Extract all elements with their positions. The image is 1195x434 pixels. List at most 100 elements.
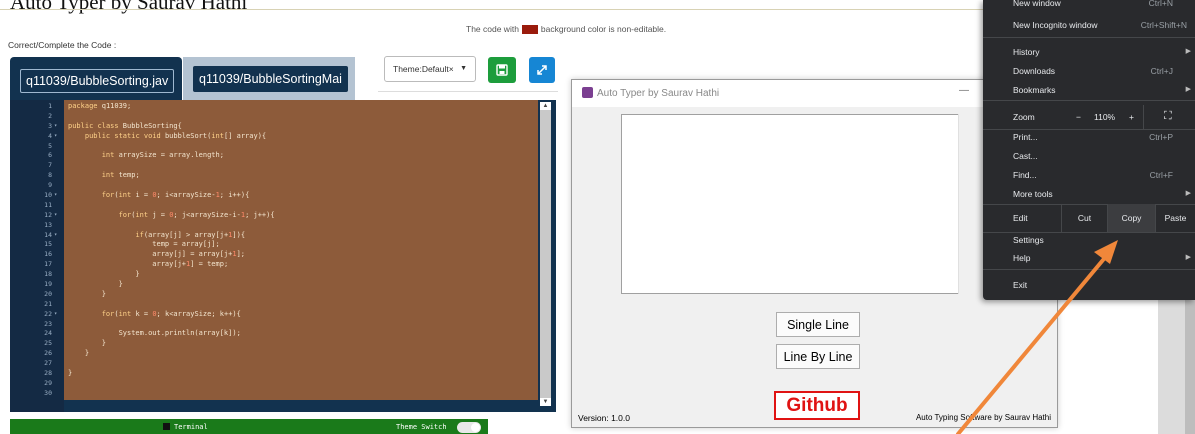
fullscreen-icon[interactable]: ⛶ — [1164, 110, 1172, 123]
toolbar-divider — [378, 91, 558, 92]
edit-cut-button[interactable]: Cut — [1061, 204, 1107, 232]
line-number: 1 — [48, 102, 52, 110]
line-by-line-button[interactable]: Line By Line — [776, 344, 860, 369]
code-text: array[j+1] = temp; — [68, 260, 229, 269]
menu-item-new-incognito[interactable]: New Incognito window Ctrl+Shift+N — [983, 15, 1195, 35]
line-number: 11 — [44, 200, 52, 209]
code-text: for(int k = 0; k<arraySize; k++){ — [101, 309, 241, 318]
code-line: 27 — [10, 359, 538, 369]
caption-rule — [0, 9, 990, 10]
code-lines: 1 package q11039; 2 3 ▾ public class BubbleSo… — [10, 102, 538, 399]
menu-item-help[interactable]: Help ▶ — [983, 248, 1195, 268]
edit-paste-button[interactable]: Paste — [1155, 204, 1195, 232]
menu-item-downloads[interactable]: Downloads Ctrl+J — [983, 61, 1195, 81]
menu-item-find[interactable]: Find... Ctrl+F — [983, 165, 1195, 185]
scroll-down-icon[interactable]: ▼ — [540, 398, 551, 406]
tab-label: q11039/BubbleSorting.jav — [20, 69, 175, 93]
code-line: 4 ▾ public static void bubbleSort(int[] a… — [10, 132, 538, 142]
theme-switch-label: Theme Switch — [396, 423, 447, 431]
fold-icon[interactable]: ▾ — [54, 211, 57, 221]
line-number: 4 — [48, 131, 52, 140]
github-button[interactable]: Github — [774, 391, 860, 420]
menu-item-new-window[interactable]: New window Ctrl+N — [983, 0, 1195, 13]
line-number: 24 — [44, 329, 52, 338]
zoom-out-button[interactable]: − — [1076, 112, 1081, 122]
menu-separator — [983, 37, 1195, 38]
save-button[interactable] — [488, 57, 516, 83]
code-text: array[j] = array[j+1]; — [68, 250, 246, 259]
edit-copy-button[interactable]: Copy — [1107, 204, 1155, 232]
menu-item-print[interactable]: Print... Ctrl+P — [983, 127, 1195, 147]
fullscreen-button[interactable] — [529, 57, 555, 83]
menu-item-history[interactable]: History ▶ — [983, 42, 1195, 62]
text-area-scrollbar[interactable] — [958, 114, 975, 294]
chevron-right-icon: ▶ — [1185, 254, 1191, 261]
code-line: 19 } — [10, 280, 538, 290]
menu-item-bookmarks[interactable]: Bookmarks ▶ — [983, 80, 1195, 100]
chrome-menu: New window Ctrl+N New Incognito window C… — [983, 0, 1195, 300]
line-number: 19 — [44, 280, 52, 289]
code-line: 22 ▾ for(int k = 0; k<arraySize; k++){ — [10, 310, 538, 320]
theme-switch-toggle[interactable] — [457, 422, 481, 433]
code-line: 23 — [10, 320, 538, 330]
code-line: 10 ▾ for(int i = 0; i<arraySize-1; i++){ — [10, 191, 538, 201]
code-text: public static void bubbleSort(int[] arra… — [84, 131, 267, 140]
code-text: package q11039; — [68, 102, 132, 110]
code-line: 20 } — [10, 290, 538, 300]
code-line: 17 array[j+1] = temp; — [10, 260, 538, 270]
fold-icon[interactable]: ▾ — [54, 231, 57, 241]
code-line: 6 int arraySize = array.length; — [10, 151, 538, 161]
menu-item-more-tools[interactable]: More tools ▶ — [983, 184, 1195, 204]
window-title: Auto Typer by Saurav Hathi — [597, 88, 720, 99]
line-number: 15 — [44, 240, 52, 249]
version-label: Version: 1.0.0 — [578, 413, 630, 423]
code-line: 11 — [10, 201, 538, 211]
code-line: 15 temp = array[j]; — [10, 240, 538, 250]
code-line: 30 — [10, 389, 538, 399]
line-number: 3 — [48, 121, 52, 130]
zoom-in-button[interactable]: + — [1129, 112, 1134, 122]
fold-icon[interactable]: ▾ — [54, 122, 57, 132]
code-line: 26 } — [10, 349, 538, 359]
code-line: 3 ▾ public class BubbleSorting{ — [10, 122, 538, 132]
chevron-right-icon: ▶ — [1185, 190, 1191, 197]
single-line-button[interactable]: Single Line — [776, 312, 860, 337]
code-text: } — [68, 270, 140, 279]
line-number: 7 — [48, 161, 52, 170]
code-line: 1 package q11039; — [10, 102, 538, 112]
expand-icon — [537, 65, 547, 75]
line-number: 5 — [48, 141, 52, 150]
fold-icon[interactable]: ▾ — [54, 310, 57, 320]
fold-icon[interactable]: ▾ — [54, 132, 57, 142]
code-line: 28} — [10, 369, 538, 379]
code-line: 7 — [10, 161, 538, 171]
line-number: 20 — [44, 289, 52, 298]
menu-item-exit[interactable]: Exit — [983, 275, 1195, 295]
terminal-bar[interactable]: Terminal Theme Switch — [10, 419, 488, 434]
code-editor[interactable]: 1 package q11039; 2 3 ▾ public class BubbleSo… — [10, 100, 556, 412]
menu-item-settings[interactable]: Settings — [983, 230, 1195, 250]
scroll-up-icon[interactable]: ▲ — [540, 102, 551, 110]
code-text: } — [68, 369, 73, 378]
note-text-before: The code with — [466, 24, 519, 34]
save-icon — [496, 64, 508, 76]
tab-bubblesortingmain[interactable]: q11039/BubbleSortingMai — [183, 57, 355, 100]
code-line: 25 } — [10, 339, 538, 349]
line-number: 21 — [44, 299, 52, 308]
page-caption: Auto Typer by Saurav Hathi — [10, 0, 248, 14]
fold-icon[interactable]: ▾ — [54, 191, 57, 201]
line-number: 22 — [44, 309, 52, 318]
zoom-level: 110% — [1094, 112, 1116, 122]
minimize-button[interactable]: — — [959, 85, 969, 96]
code-text: } — [68, 339, 106, 348]
editor-scrollbar[interactable] — [540, 106, 551, 402]
theme-select[interactable]: Theme:Default× ▼ — [384, 56, 476, 82]
code-line: 9 — [10, 181, 538, 191]
menu-item-cast[interactable]: Cast... — [983, 146, 1195, 166]
line-number: 6 — [48, 151, 52, 160]
tab-bubblesorting[interactable]: q11039/BubbleSorting.jav — [10, 57, 182, 100]
text-input-area[interactable] — [621, 114, 959, 294]
line-number: 28 — [44, 369, 52, 378]
code-line: 18 } — [10, 270, 538, 280]
line-number: 16 — [44, 250, 52, 259]
